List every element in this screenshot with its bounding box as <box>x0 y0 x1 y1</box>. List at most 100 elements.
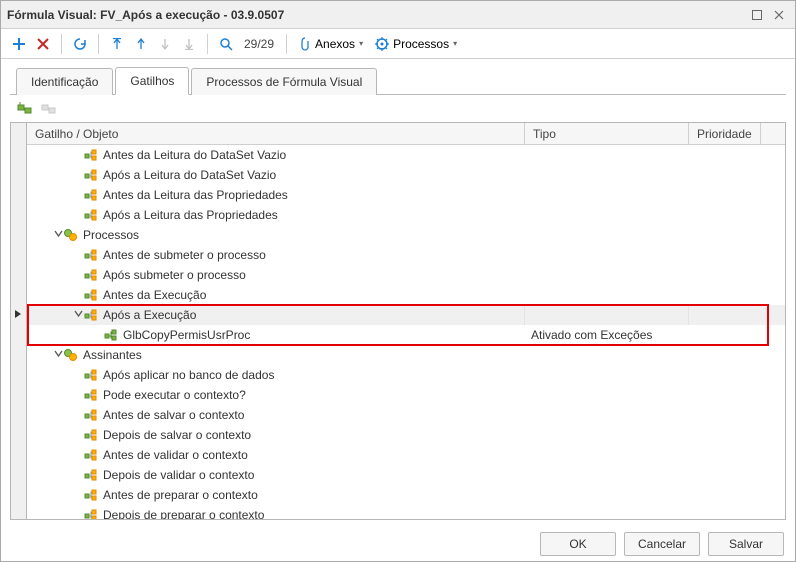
tree-cell[interactable]: GlbCopyPermisUsrProc <box>27 325 525 345</box>
tipo-cell: Ativado com Exceções <box>525 325 689 345</box>
tree-row[interactable]: Antes da Leitura das Propriedades <box>27 185 785 205</box>
search-icon[interactable] <box>214 31 238 57</box>
tipo-cell <box>525 165 689 185</box>
row-label: Após submeter o processo <box>103 268 246 282</box>
leaf-icon <box>83 467 99 483</box>
next-icon[interactable] <box>153 31 177 57</box>
tree-row[interactable]: Após a Leitura do DataSet Vazio <box>27 165 785 185</box>
tree-row[interactable]: Depois de salvar o contexto <box>27 425 785 445</box>
tree-row[interactable]: Pode executar o contexto? <box>27 385 785 405</box>
row-marker-icon <box>14 309 22 322</box>
leaf-icon <box>83 147 99 163</box>
tree-row[interactable]: Processos <box>27 225 785 245</box>
prioridade-cell <box>689 385 747 405</box>
tipo-cell <box>525 265 689 285</box>
col-tipo[interactable]: Tipo <box>525 123 689 144</box>
tipo-cell <box>525 405 689 425</box>
tree-row[interactable]: Após aplicar no banco de dados <box>27 365 785 385</box>
tree-cell[interactable]: Antes da Leitura do DataSet Vazio <box>27 145 525 165</box>
tree-cell[interactable]: Antes da Execução <box>27 285 525 305</box>
prev-icon[interactable] <box>129 31 153 57</box>
col-gatilho[interactable]: Gatilho / Objeto <box>27 123 525 144</box>
row-label: Antes da Leitura do DataSet Vazio <box>103 148 286 162</box>
tree-cell[interactable]: Após a Leitura do DataSet Vazio <box>27 165 525 185</box>
tree-cell[interactable]: Antes da Leitura das Propriedades <box>27 185 525 205</box>
tipo-cell <box>525 245 689 265</box>
expand-all-icon[interactable] <box>16 100 34 118</box>
leaf-icon <box>83 267 99 283</box>
close-icon[interactable] <box>769 6 789 24</box>
tree-row[interactable]: Depois de preparar o contexto <box>27 505 785 519</box>
first-icon[interactable] <box>105 31 129 57</box>
col-prioridade[interactable]: Prioridade <box>689 123 761 144</box>
refresh-icon[interactable] <box>68 31 92 57</box>
prioridade-cell <box>689 145 747 165</box>
prioridade-cell <box>689 405 747 425</box>
anexos-menu[interactable]: Anexos ▾ <box>293 31 369 57</box>
item-icon <box>103 327 119 343</box>
tree-cell[interactable]: Após a Leitura das Propriedades <box>27 205 525 225</box>
tree-cell[interactable]: Pode executar o contexto? <box>27 385 525 405</box>
tree-row[interactable]: Depois de validar o contexto <box>27 465 785 485</box>
tree-row[interactable]: Após a Leitura das Propriedades <box>27 205 785 225</box>
tree-row[interactable]: Assinantes <box>27 345 785 365</box>
chevron-down-icon: ▾ <box>359 39 363 48</box>
tab-processos-fv[interactable]: Processos de Fórmula Visual <box>191 68 377 95</box>
tab-gatilhos[interactable]: Gatilhos <box>115 67 189 95</box>
tree-cell[interactable]: Antes de salvar o contexto <box>27 405 525 425</box>
tree-cell[interactable]: Depois de salvar o contexto <box>27 425 525 445</box>
separator <box>98 34 99 54</box>
tree-cell[interactable]: Após submeter o processo <box>27 265 525 285</box>
tipo-cell <box>525 425 689 445</box>
tree-row[interactable]: Antes da Leitura do DataSet Vazio <box>27 145 785 165</box>
tree-cell[interactable]: Assinantes <box>27 345 525 365</box>
processos-menu[interactable]: Processos ▾ <box>369 31 463 57</box>
tree-row[interactable]: Após a Execução <box>27 305 785 325</box>
tree-row[interactable]: Antes da Execução <box>27 285 785 305</box>
prioridade-cell <box>689 465 747 485</box>
tab-identificacao[interactable]: Identificação <box>16 68 113 95</box>
row-label: Antes da Leitura das Propriedades <box>103 188 288 202</box>
expand-toggle[interactable] <box>53 349 63 361</box>
tree-cell[interactable]: Após aplicar no banco de dados <box>27 365 525 385</box>
prioridade-cell <box>689 305 747 325</box>
expand-toggle[interactable] <box>53 229 63 241</box>
chevron-down-icon: ▾ <box>453 39 457 48</box>
leaf-icon <box>83 247 99 263</box>
tipo-cell <box>525 185 689 205</box>
cancelar-button[interactable]: Cancelar <box>624 532 700 556</box>
tree-cell[interactable]: Antes de submeter o processo <box>27 245 525 265</box>
tree-row[interactable]: GlbCopyPermisUsrProcAtivado com Exceções <box>27 325 785 345</box>
tree-cell[interactable]: Após a Execução <box>27 305 525 325</box>
tree-row[interactable]: Antes de submeter o processo <box>27 245 785 265</box>
leaf-icon <box>83 407 99 423</box>
separator <box>286 34 287 54</box>
row-gutter <box>10 122 26 520</box>
tree-cell[interactable]: Depois de validar o contexto <box>27 465 525 485</box>
processos-label: Processos <box>393 37 449 51</box>
add-button[interactable] <box>7 31 31 57</box>
maximize-icon[interactable] <box>747 6 767 24</box>
tree-cell[interactable]: Depois de preparar o contexto <box>27 505 525 519</box>
tree-cell[interactable]: Antes de preparar o contexto <box>27 485 525 505</box>
tree-cell[interactable]: Antes de validar o contexto <box>27 445 525 465</box>
tree-cell[interactable]: Processos <box>27 225 525 245</box>
last-icon[interactable] <box>177 31 201 57</box>
window-title: Fórmula Visual: FV_Após a execução - 03.… <box>7 8 745 22</box>
salvar-button[interactable]: Salvar <box>708 532 784 556</box>
ok-button[interactable]: OK <box>540 532 616 556</box>
tree-row[interactable]: Após submeter o processo <box>27 265 785 285</box>
tree-row[interactable]: Antes de preparar o contexto <box>27 485 785 505</box>
tree-row[interactable]: Antes de salvar o contexto <box>27 405 785 425</box>
tipo-cell <box>525 465 689 485</box>
grid-body[interactable]: Antes da Leitura do DataSet Vazio Após a … <box>27 145 785 519</box>
collapse-all-icon[interactable] <box>40 100 58 118</box>
prioridade-cell <box>689 245 747 265</box>
delete-button[interactable] <box>31 31 55 57</box>
row-label: Processos <box>83 228 139 242</box>
row-label: Antes de preparar o contexto <box>103 488 258 502</box>
tab-bar: Identificação Gatilhos Processos de Fórm… <box>10 66 786 95</box>
tree-row[interactable]: Antes de validar o contexto <box>27 445 785 465</box>
prioridade-cell <box>689 325 747 345</box>
expand-toggle[interactable] <box>73 309 83 321</box>
